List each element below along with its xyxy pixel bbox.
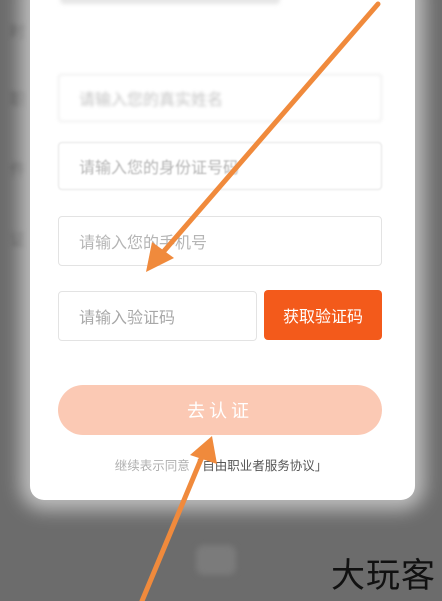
screen: 时 职 件 证 请输入您的真实姓名 请输入您的身份证号码 请输入您的手机号 请输… [0,0,442,601]
name-placeholder: 请输入您的真实姓名 [79,90,224,109]
phone-input[interactable]: 请输入您的手机号 [58,216,382,266]
background-text: 职 [10,90,27,109]
background-text: 件 [10,160,27,179]
background-button [196,545,236,575]
phone-placeholder: 请输入您的手机号 [79,233,208,252]
watermark-logo: 大玩客 [331,556,436,596]
background-text: 证 [10,230,27,249]
verification-code-input[interactable]: 请输入验证码 [58,291,257,341]
name-input[interactable]: 请输入您的真实姓名 [58,74,382,122]
id-number-placeholder: 请输入您的身份证号码 [79,158,240,177]
agreement-link[interactable]: 「自由职业者服务协议」 [190,458,328,473]
id-number-input[interactable]: 请输入您的身份证号码 [58,142,382,190]
modal-header-text [60,0,280,4]
get-code-button[interactable]: 获取验证码 [264,290,382,340]
code-placeholder: 请输入验证码 [79,308,176,327]
background-text: 时 [10,22,27,41]
agreement-text: 继续表示同意「自由职业者服务协议」 [0,455,442,474]
agreement-prefix: 继续表示同意 [114,458,190,473]
submit-verify-button[interactable]: 去认证 [58,385,382,435]
